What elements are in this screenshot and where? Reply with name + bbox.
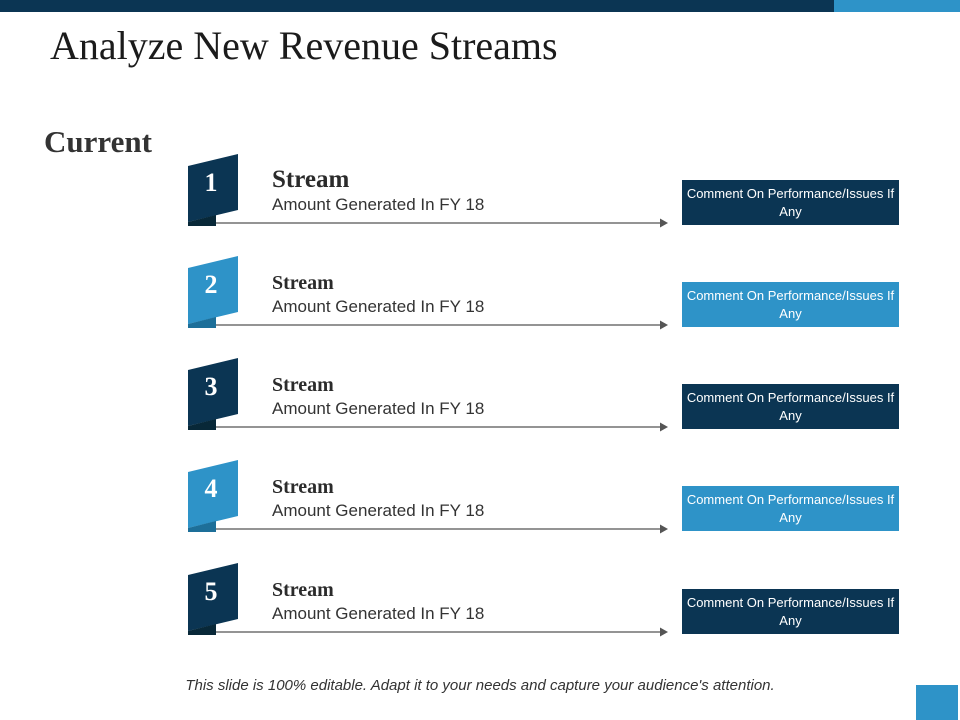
stream-row-4: 4 Stream Amount Generated In FY 18 Comme… [0,460,960,556]
comment-box: Comment On Performance/Issues If Any [682,486,899,531]
arrow-line-icon [216,320,668,330]
number-badge: 3 [186,358,240,430]
stream-row-1: 1 Stream Amount Generated In FY 18 Comme… [0,154,960,250]
stream-subtitle: Amount Generated In FY 18 [272,195,485,214]
stream-subtitle: Amount Generated In FY 18 [272,604,485,623]
badge-number: 3 [204,372,218,401]
arrow-line-icon [216,524,668,534]
arrow-line-icon [216,218,668,228]
badge-number: 4 [204,474,218,503]
stream-subtitle: Amount Generated In FY 18 [272,399,485,418]
top-accent-bar-light [834,0,960,12]
number-badge: 2 [186,256,240,328]
badge-number: 2 [204,270,218,299]
comment-box: Comment On Performance/Issues If Any [682,180,899,225]
stream-row-2: 2 Stream Amount Generated In FY 18 Comme… [0,256,960,352]
comment-box: Comment On Performance/Issues If Any [682,589,899,634]
corner-accent-square [916,685,958,720]
stream-title: Stream [272,374,334,396]
number-badge: 5 [186,563,240,635]
stream-title: Stream [272,166,350,193]
comment-box: Comment On Performance/Issues If Any [682,384,899,429]
stream-row-3: 3 Stream Amount Generated In FY 18 Comme… [0,358,960,454]
arrow-line-icon [216,422,668,432]
arrow-line-icon [216,627,668,637]
number-badge: 1 [186,154,240,226]
slide-title: Analyze New Revenue Streams [50,23,558,68]
stream-subtitle: Amount Generated In FY 18 [272,501,485,520]
badge-number: 5 [204,577,218,606]
footer-note: This slide is 100% editable. Adapt it to… [185,677,775,694]
stream-title: Stream [272,272,334,294]
comment-box: Comment On Performance/Issues If Any [682,282,899,327]
number-badge: 4 [186,460,240,532]
badge-number: 1 [204,168,218,197]
stream-row-5: 5 Stream Amount Generated In FY 18 Comme… [0,563,960,659]
stream-subtitle: Amount Generated In FY 18 [272,297,485,316]
stream-title: Stream [272,579,334,601]
stream-title: Stream [272,476,334,498]
top-accent-bar-dark [0,0,834,12]
